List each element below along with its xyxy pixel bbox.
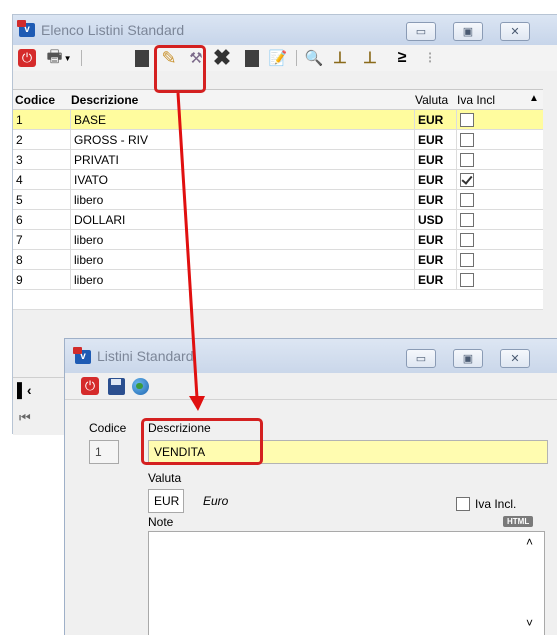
annotation-arrow: [176, 92, 205, 411]
